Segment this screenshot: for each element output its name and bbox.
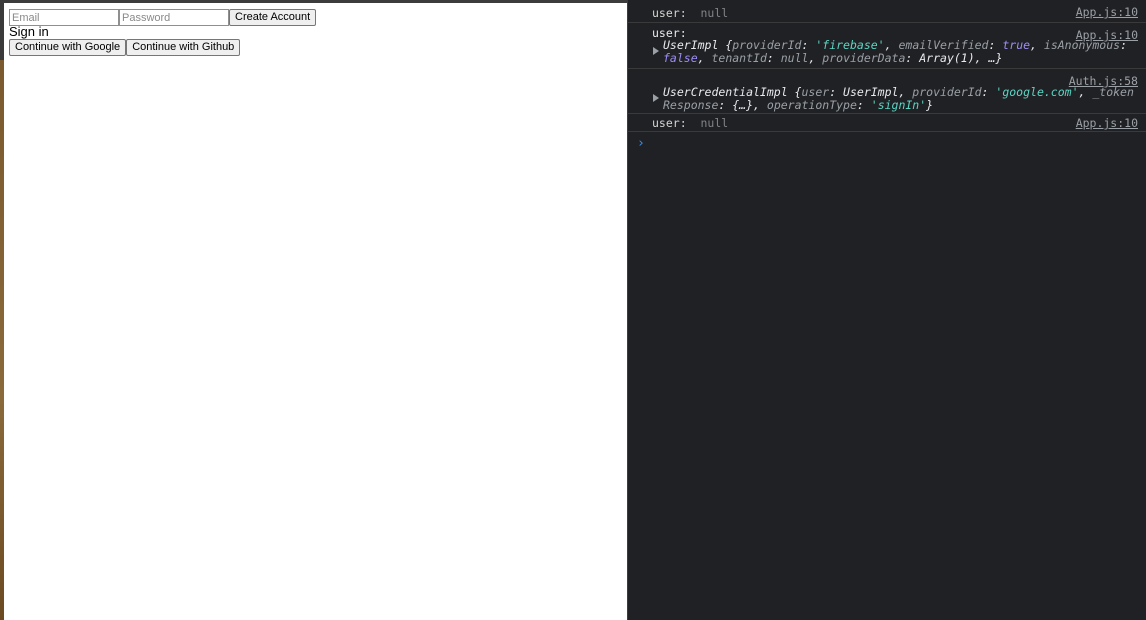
console-log-entry: App.js:10 user: null [628, 0, 1146, 23]
log-message: user: null [652, 116, 728, 130]
prop-value: {…} [732, 98, 754, 112]
log-value: null [700, 6, 729, 20]
signup-form: Create Account [9, 9, 317, 26]
prop-key: providerId [732, 38, 802, 52]
continue-with-github-button[interactable]: Continue with Github [126, 39, 241, 56]
prop-key: tenantId [711, 51, 767, 65]
prop-ellipsis: … [988, 51, 996, 65]
console-log-entry: App.js:10 user: UserImpl {providerId: 'f… [628, 23, 1146, 69]
object-preview[interactable]: UserCredentialImpl {user: UserImpl, prov… [663, 86, 1135, 112]
console-log-entry: Auth.js:58 UserCredentialImpl {user: Use… [628, 69, 1146, 114]
prop-key: providerId [912, 85, 982, 99]
prop-key: user [801, 85, 830, 99]
object-preview[interactable]: UserImpl {providerId: 'firebase', emailV… [663, 39, 1135, 65]
log-key: user: [652, 6, 687, 20]
prop-value: true [1002, 38, 1031, 52]
console-input[interactable] [652, 132, 1132, 150]
expand-triangle-icon[interactable] [653, 47, 659, 55]
log-message: user: null [652, 6, 728, 20]
prop-value: 'firebase' [815, 38, 885, 52]
signin-heading: Sign in [9, 24, 49, 39]
prop-value: 'signIn' [870, 98, 927, 112]
create-account-button[interactable]: Create Account [229, 9, 317, 26]
prop-value: Array(1) [919, 51, 975, 65]
oauth-buttons: Continue with Google Continue with Githu… [9, 39, 241, 56]
prop-value: false [663, 51, 698, 65]
prop-key: isAnonymous [1043, 38, 1121, 52]
console-prompt-icon: › [637, 136, 645, 151]
source-link[interactable]: App.js:10 [1076, 116, 1138, 130]
object-class: UserCredentialImpl [663, 85, 788, 99]
prop-key: operationType [766, 98, 857, 112]
expand-triangle-icon[interactable] [653, 94, 659, 102]
source-link[interactable]: App.js:10 [1076, 5, 1138, 19]
app-page: Create Account Sign in Continue with Goo… [4, 3, 627, 620]
devtools-console: App.js:10 user: null App.js:10 user: Use… [627, 0, 1146, 620]
object-class: UserImpl [663, 38, 719, 52]
log-value: null [700, 116, 729, 130]
continue-with-google-button[interactable]: Continue with Google [9, 39, 127, 56]
prop-value: 'google.com' [995, 85, 1079, 99]
prop-value: UserImpl [843, 85, 899, 99]
console-log-entry: App.js:10 user: null [628, 114, 1146, 132]
prop-value: null [780, 51, 809, 65]
password-input[interactable] [119, 9, 229, 26]
prop-key: emailVerified [898, 38, 989, 52]
log-key: user: [652, 116, 687, 130]
prop-key: providerData [822, 51, 906, 65]
